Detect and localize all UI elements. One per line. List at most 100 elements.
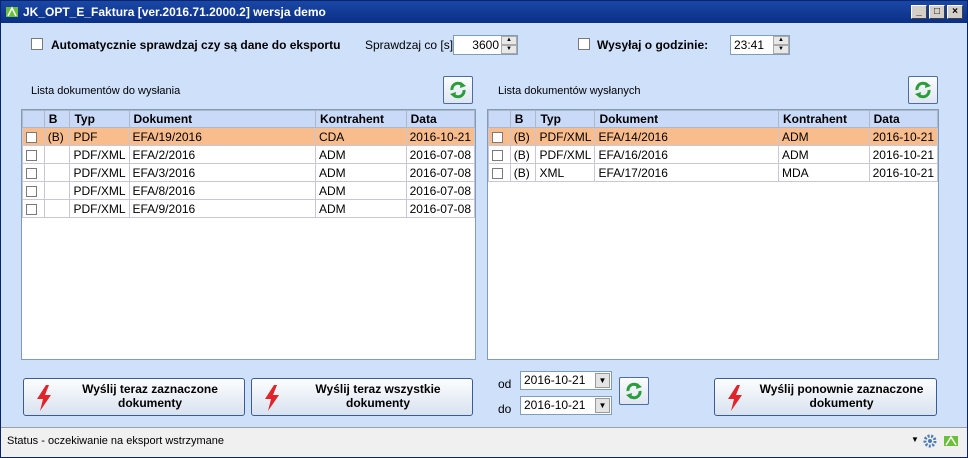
row-checkbox[interactable] (26, 149, 37, 161)
row-checkbox[interactable] (492, 131, 503, 143)
pending-documents-grid[interactable]: B Typ Dokument Kontrahent Data (B) PDF EFA… (21, 109, 476, 360)
from-label: od (498, 377, 512, 391)
send-all-button[interactable]: Wyślij teraz wszystkie dokumenty (251, 378, 473, 416)
spin-down-icon[interactable]: ▼ (773, 45, 789, 54)
row-checkbox[interactable] (26, 167, 37, 179)
auto-check-checkbox[interactable] (31, 38, 43, 50)
check-every-label: Sprawdzaj co [s] (365, 38, 454, 52)
app-window: JK_OPT_E_Faktura [ver.2016.71.2000.2] we… (0, 0, 968, 458)
close-button[interactable]: × (947, 5, 963, 19)
refresh-date-range-button[interactable] (619, 377, 649, 405)
row-checkbox-cell[interactable] (22, 145, 45, 164)
cell-kontrahent: ADM (314, 145, 407, 164)
cell-b (43, 181, 71, 200)
to-date-picker[interactable]: 2016-10-21 ▼ (520, 396, 612, 415)
send-selected-button[interactable]: Wyślij teraz zaznaczone dokumenty (23, 378, 245, 416)
cell-b (43, 163, 71, 182)
column-header-check[interactable] (22, 110, 45, 128)
table-row[interactable]: PDF/XML EFA/9/2016 ADM 2016-07-08 (22, 199, 476, 218)
refresh-icon (450, 81, 466, 99)
cell-b (43, 145, 71, 164)
row-checkbox[interactable] (26, 131, 37, 143)
gear-icon[interactable] (922, 433, 938, 449)
status-bar: Status - oczekiwanie na eksport wstrzyma… (1, 427, 967, 457)
send-at-label: Wysyłaj o godzinie: (597, 38, 709, 52)
table-row[interactable]: (B) XML EFA/17/2016 MDA 2016-10-21 (488, 163, 939, 182)
row-checkbox-cell[interactable] (22, 181, 45, 200)
cell-dokument: EFA/3/2016 (128, 163, 316, 182)
spin-up-icon[interactable]: ▲ (501, 36, 517, 45)
lightning-icon (728, 385, 742, 411)
cell-dokument: EFA/9/2016 (128, 199, 316, 218)
row-checkbox-cell[interactable] (22, 163, 45, 182)
table-row[interactable]: (B) PDF/XML EFA/14/2016 ADM 2016-10-21 (488, 127, 939, 146)
resend-selected-label: Wyślij ponownie zaznaczone dokumenty (759, 382, 924, 410)
column-header-b[interactable]: B (509, 110, 537, 128)
column-header-dokument[interactable]: Dokument (128, 110, 316, 128)
refresh-sent-button[interactable] (908, 76, 938, 104)
row-checkbox[interactable] (492, 149, 503, 161)
cell-kontrahent: ADM (777, 127, 870, 146)
cell-typ: PDF/XML (535, 145, 596, 164)
dropdown-arrow-icon[interactable]: ▼ (595, 398, 610, 413)
cell-b: (B) (43, 127, 71, 146)
row-checkbox[interactable] (26, 185, 37, 197)
refresh-pending-button[interactable] (443, 76, 473, 104)
status-dropdown-icon[interactable]: ▼ (911, 435, 919, 444)
table-row[interactable]: (B) PDF/XML EFA/16/2016 ADM 2016-10-21 (488, 145, 939, 164)
send-at-time-spinner[interactable]: 23:41 ▲ ▼ (730, 35, 790, 55)
cell-data: 2016-10-21 (868, 127, 939, 146)
row-checkbox[interactable] (26, 203, 37, 215)
table-row[interactable]: PDF/XML EFA/2/2016 ADM 2016-07-08 (22, 145, 476, 164)
check-every-spinner[interactable]: 3600 ▲ ▼ (453, 35, 518, 55)
minimize-button[interactable]: _ (911, 5, 927, 19)
cell-data: 2016-07-08 (405, 163, 476, 182)
row-checkbox-cell[interactable] (488, 145, 511, 164)
cell-data: 2016-07-08 (405, 199, 476, 218)
sent-documents-grid[interactable]: B Typ Dokument Kontrahent Data (B) PDF/XM… (487, 109, 939, 360)
table-row[interactable]: PDF/XML EFA/3/2016 ADM 2016-07-08 (22, 163, 476, 182)
cell-dokument: EFA/14/2016 (594, 127, 779, 146)
refresh-icon (915, 81, 931, 99)
cell-dokument: EFA/2/2016 (128, 145, 316, 164)
title-bar[interactable]: JK_OPT_E_Faktura [ver.2016.71.2000.2] we… (1, 1, 967, 23)
maximize-button[interactable]: □ (929, 5, 945, 19)
send-at-checkbox[interactable] (578, 38, 590, 50)
to-label: do (498, 402, 512, 416)
dropdown-arrow-icon[interactable]: ▼ (595, 373, 610, 388)
column-header-kontrahent[interactable]: Kontrahent (314, 110, 407, 128)
row-checkbox-cell[interactable] (488, 163, 511, 182)
column-header-typ[interactable]: Typ (535, 110, 596, 128)
column-header-data[interactable]: Data (405, 110, 476, 128)
cell-b: (B) (509, 127, 537, 146)
from-date-value: 2016-10-21 (524, 373, 586, 387)
cell-kontrahent: ADM (314, 181, 407, 200)
column-header-check[interactable] (488, 110, 511, 128)
cell-typ: XML (535, 163, 596, 182)
row-checkbox-cell[interactable] (488, 127, 511, 146)
table-row[interactable]: (B) PDF EFA/19/2016 CDA 2016-10-21 (22, 127, 476, 146)
right-panel-title: Lista dokumentów wysłanych (498, 85, 641, 97)
column-header-b[interactable]: B (43, 110, 71, 128)
app-tray-icon[interactable] (943, 433, 959, 449)
column-header-dokument[interactable]: Dokument (594, 110, 779, 128)
cell-dokument: EFA/16/2016 (594, 145, 779, 164)
resend-selected-button[interactable]: Wyślij ponownie zaznaczone dokumenty (714, 378, 937, 416)
send-at-time-value: 23:41 (734, 38, 765, 52)
cell-kontrahent: ADM (314, 199, 407, 218)
cell-data: 2016-10-21 (868, 163, 939, 182)
from-date-picker[interactable]: 2016-10-21 ▼ (520, 371, 612, 390)
row-checkbox-cell[interactable] (22, 199, 45, 218)
row-checkbox[interactable] (492, 167, 503, 179)
window-title: JK_OPT_E_Faktura [ver.2016.71.2000.2] we… (23, 5, 326, 19)
column-header-data[interactable]: Data (868, 110, 939, 128)
cell-typ: PDF/XML (69, 199, 130, 218)
spin-up-icon[interactable]: ▲ (773, 36, 789, 45)
row-checkbox-cell[interactable] (22, 127, 45, 146)
column-header-typ[interactable]: Typ (69, 110, 130, 128)
check-every-value: 3600 (472, 38, 499, 52)
spin-down-icon[interactable]: ▼ (501, 45, 517, 54)
cell-kontrahent: ADM (777, 145, 870, 164)
table-row[interactable]: PDF/XML EFA/8/2016 ADM 2016-07-08 (22, 181, 476, 200)
column-header-kontrahent[interactable]: Kontrahent (777, 110, 870, 128)
